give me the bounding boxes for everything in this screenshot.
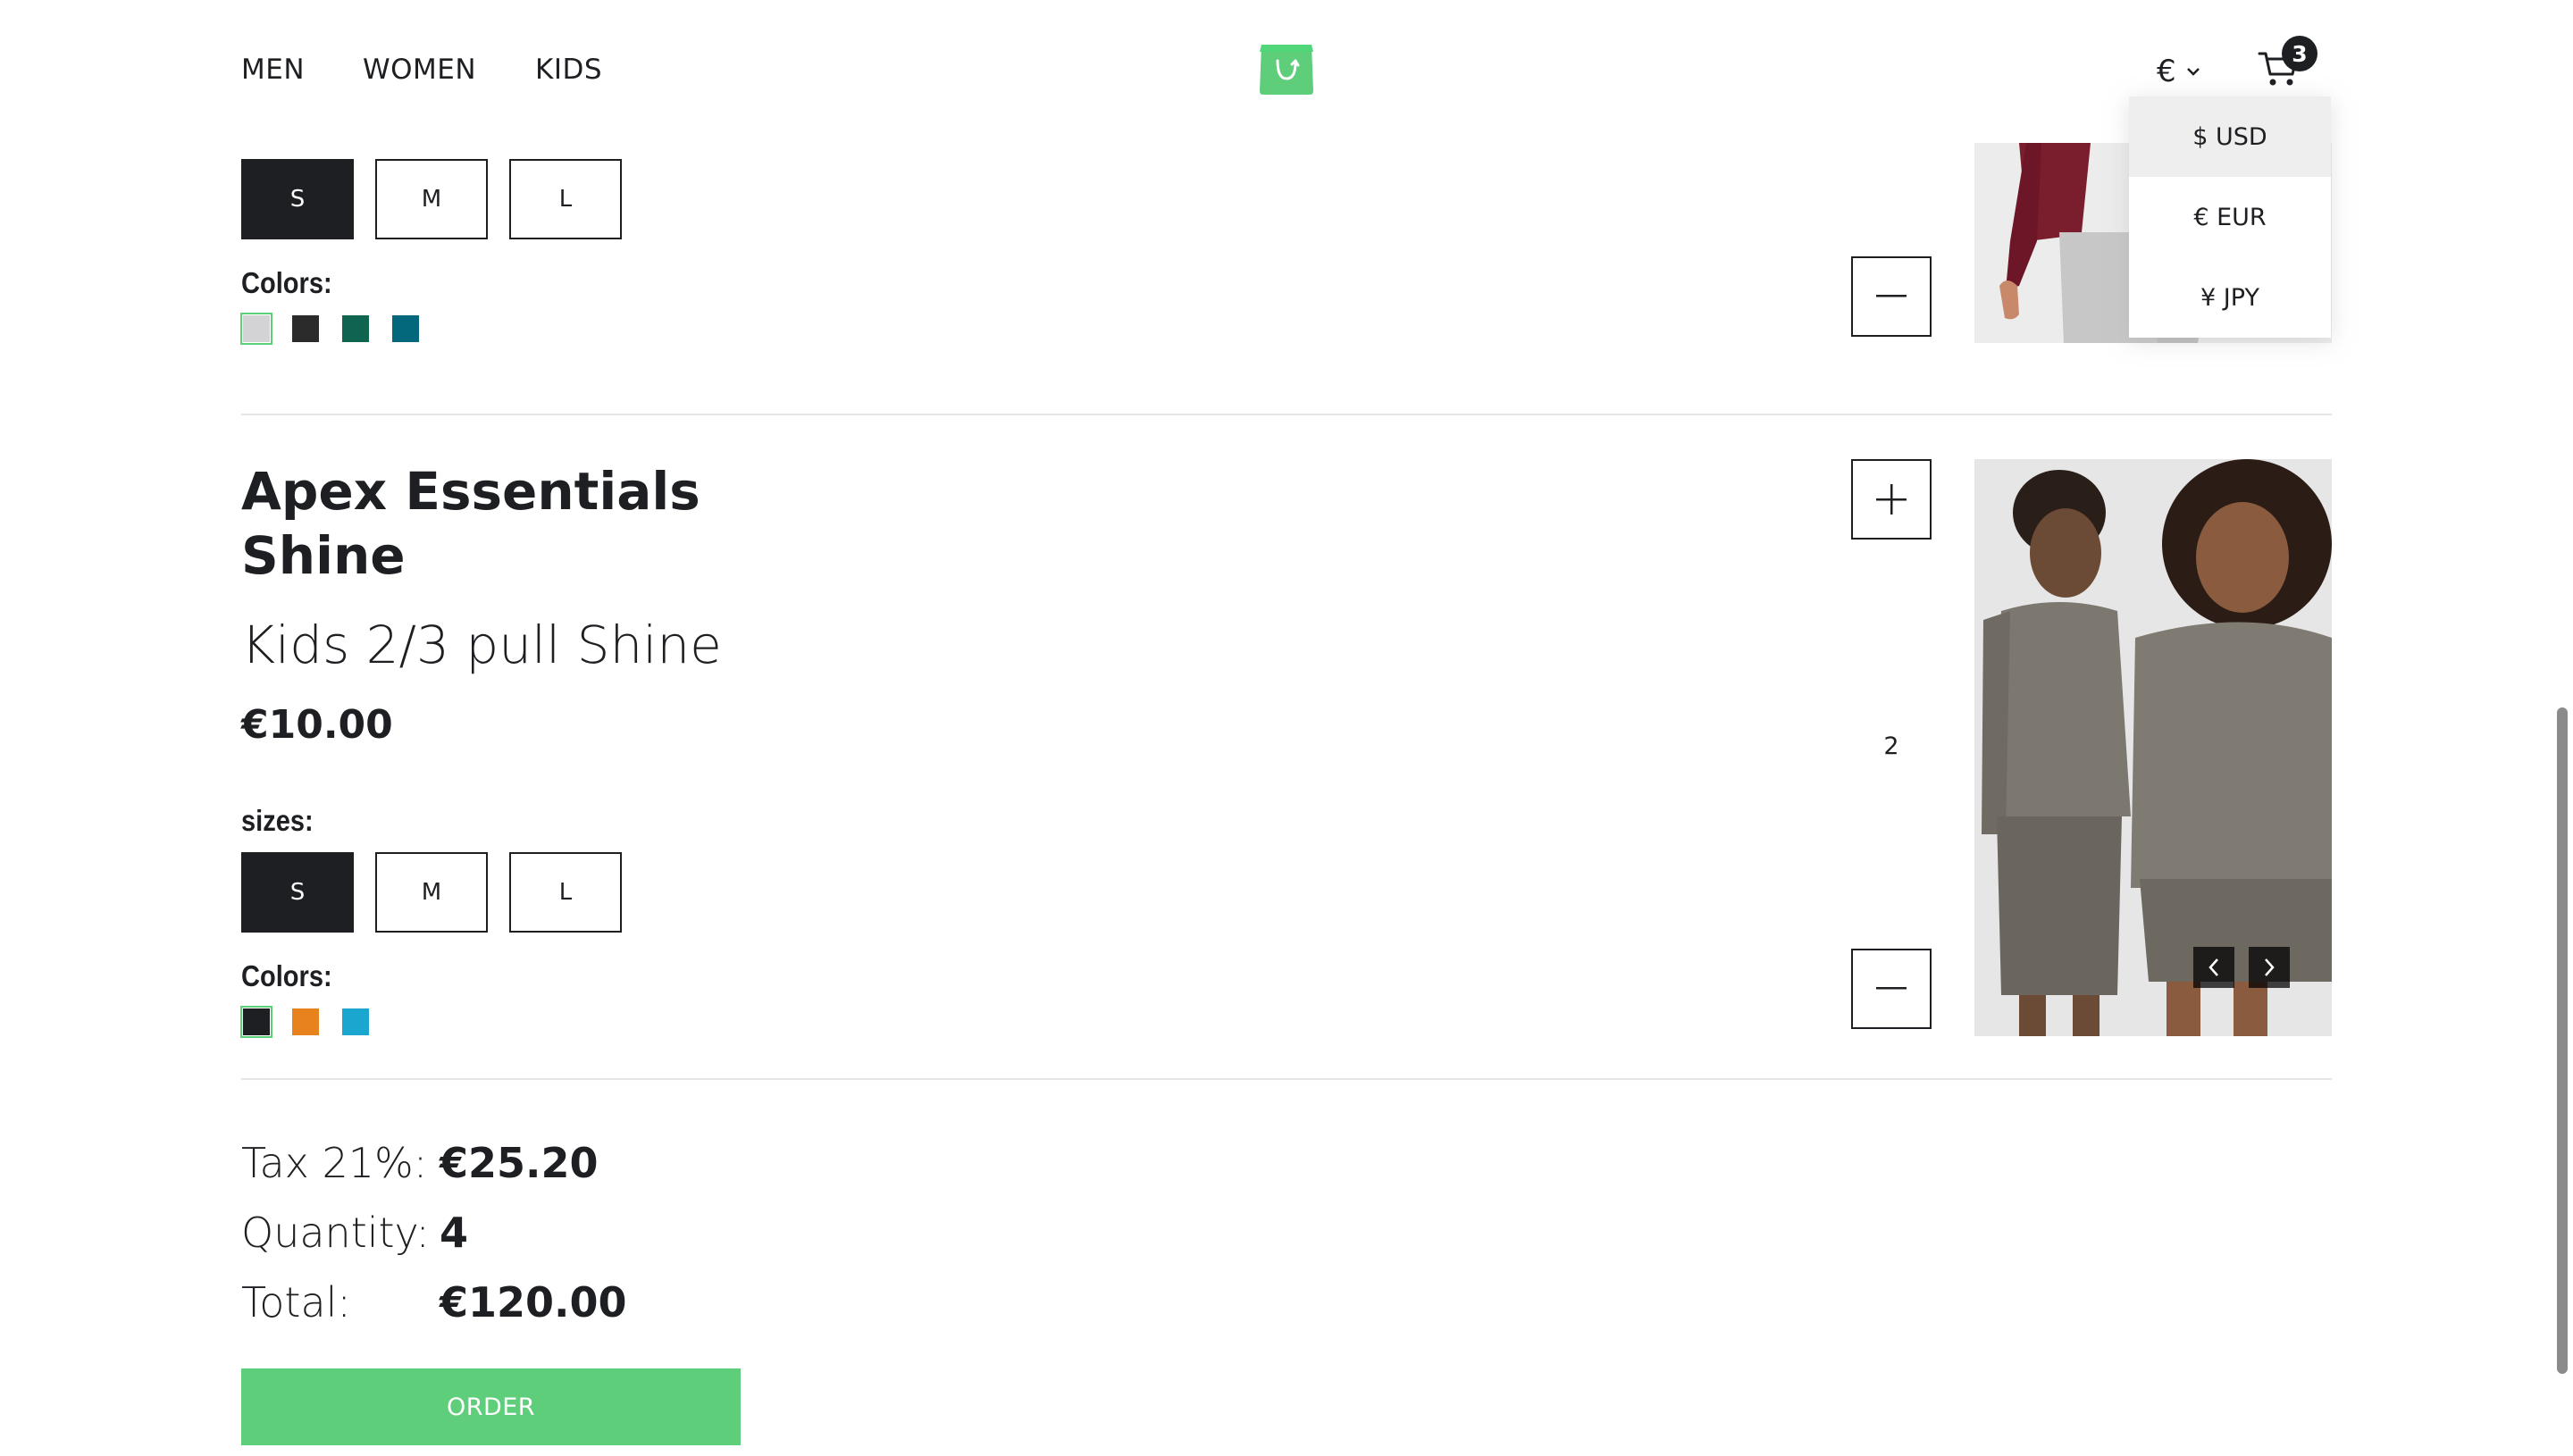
quantity-value: 4 bbox=[440, 1209, 469, 1257]
nav-link-women[interactable]: WOMEN bbox=[363, 54, 476, 86]
product-name: Kids 2/3 pull Shine bbox=[241, 615, 722, 675]
item1-size-l[interactable]: L bbox=[509, 159, 622, 239]
item1-size-m[interactable]: M bbox=[375, 159, 488, 239]
item2-size-s[interactable]: S bbox=[241, 852, 354, 933]
tax-label: Tax 21%: bbox=[241, 1139, 428, 1187]
currency-symbol: € bbox=[2157, 54, 2176, 89]
item1-color-swatch-2[interactable] bbox=[292, 315, 319, 342]
currency-switcher[interactable]: € bbox=[2157, 52, 2221, 91]
total-value: €120.00 bbox=[440, 1278, 627, 1326]
item1-decrease-button[interactable] bbox=[1851, 256, 1932, 337]
item2-decrease-button[interactable] bbox=[1851, 949, 1932, 1029]
currency-option-usd[interactable]: $ USD bbox=[2129, 96, 2331, 177]
page-scrollbar[interactable] bbox=[2557, 707, 2568, 1374]
item1-color-swatch-1[interactable] bbox=[240, 313, 272, 345]
item2-increase-button[interactable] bbox=[1851, 459, 1932, 540]
tax-value: €25.20 bbox=[440, 1139, 599, 1187]
nav-link-kids[interactable]: KIDS bbox=[535, 54, 602, 86]
item2-size-m[interactable]: M bbox=[375, 852, 488, 933]
chevron-left-icon bbox=[2208, 958, 2218, 976]
item1-size-s[interactable]: S bbox=[241, 159, 354, 239]
item2-sizes-label: sizes: bbox=[241, 804, 314, 837]
summary-divider bbox=[241, 1078, 2332, 1080]
order-button[interactable]: ORDER bbox=[241, 1368, 741, 1445]
cart-count-badge: 3 bbox=[2282, 36, 2317, 71]
product-brand: Apex Essentials Shine bbox=[241, 461, 700, 586]
plus-icon bbox=[1876, 484, 1907, 515]
image-next-button[interactable] bbox=[2249, 947, 2290, 988]
currency-option-eur[interactable]: € EUR bbox=[2129, 177, 2331, 257]
nav-link-men[interactable]: MEN bbox=[241, 54, 305, 86]
item-divider bbox=[241, 414, 2332, 415]
currency-option-jpy[interactable]: ¥ JPY bbox=[2129, 257, 2331, 338]
currency-dropdown: $ USD € EUR ¥ JPY bbox=[2129, 96, 2331, 338]
item1-colors-label: Colors: bbox=[241, 266, 332, 299]
quantity-label: Quantity: bbox=[241, 1209, 430, 1257]
chevron-down-icon bbox=[2186, 68, 2200, 76]
item2-color-swatch-3[interactable] bbox=[342, 1008, 369, 1035]
item2-colors-label: Colors: bbox=[241, 959, 332, 992]
item2-color-swatch-2[interactable] bbox=[292, 1008, 319, 1035]
store-logo-icon[interactable] bbox=[1258, 39, 1315, 95]
item2-color-swatch-1[interactable] bbox=[240, 1006, 272, 1038]
total-label: Total: bbox=[241, 1278, 351, 1326]
product-price: €10.00 bbox=[241, 702, 393, 748]
image-prev-button[interactable] bbox=[2193, 947, 2234, 988]
minus-icon bbox=[1876, 295, 1907, 297]
item2-product-image bbox=[1974, 459, 2332, 1036]
item2-size-l[interactable]: L bbox=[509, 852, 622, 933]
item1-color-swatch-4[interactable] bbox=[392, 315, 419, 342]
item1-color-swatch-3[interactable] bbox=[342, 315, 369, 342]
chevron-right-icon bbox=[2265, 958, 2275, 976]
minus-icon bbox=[1876, 987, 1907, 990]
item2-quantity: 2 bbox=[1883, 732, 1899, 760]
